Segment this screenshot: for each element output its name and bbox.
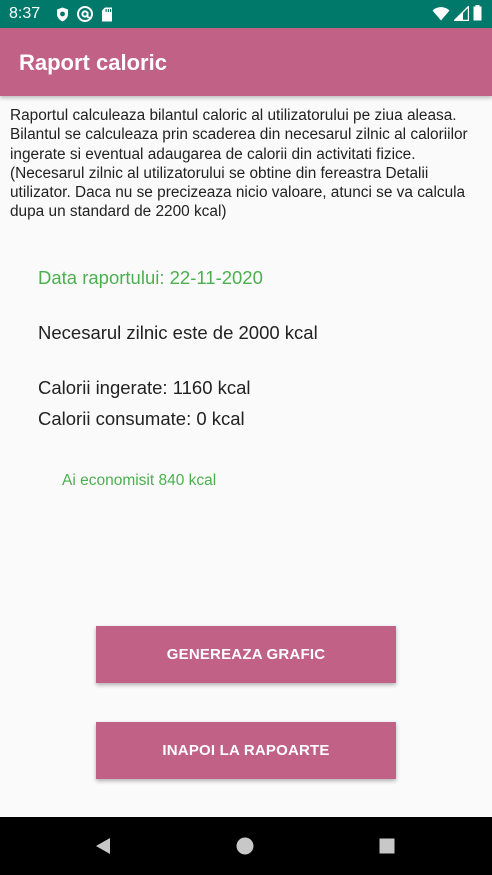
page-title: Raport caloric (19, 50, 167, 75)
sd-card-icon (101, 7, 113, 27)
status-bar: 8:37 (0, 0, 492, 28)
app-bar: Raport caloric (0, 28, 492, 96)
calories-ingested-text: Calorii ingerate: 1160 kcal (38, 377, 251, 398)
system-nav-bar (0, 817, 492, 875)
home-circle-icon[interactable] (232, 833, 258, 859)
calories-consumed-text: Calorii consumate: 0 kcal (38, 408, 245, 429)
shield-icon (56, 7, 69, 27)
report-date: Data raportului: 22-11-2020 (38, 267, 263, 288)
status-time: 8:37 (9, 5, 41, 22)
daily-need-text: Necesarul zilnic este de 2000 kcal (38, 322, 318, 343)
calorie-savings-text: Ai economisit 840 kcal (62, 472, 217, 489)
report-description: Raportul calculeaza bilantul caloric al … (10, 107, 468, 221)
wifi-icon (432, 6, 450, 26)
signal-icon (452, 4, 470, 26)
generate-chart-button[interactable]: GENEREAZA GRAFIC (96, 626, 396, 683)
back-to-reports-button[interactable]: INAPOI LA RAPOARTE (96, 722, 396, 779)
status-system-icons (432, 4, 482, 26)
battery-icon (473, 5, 482, 26)
back-triangle-icon[interactable] (90, 833, 116, 859)
status-notification-icons (56, 6, 113, 27)
at-circle-icon (77, 6, 93, 27)
recents-square-icon[interactable] (374, 833, 400, 859)
